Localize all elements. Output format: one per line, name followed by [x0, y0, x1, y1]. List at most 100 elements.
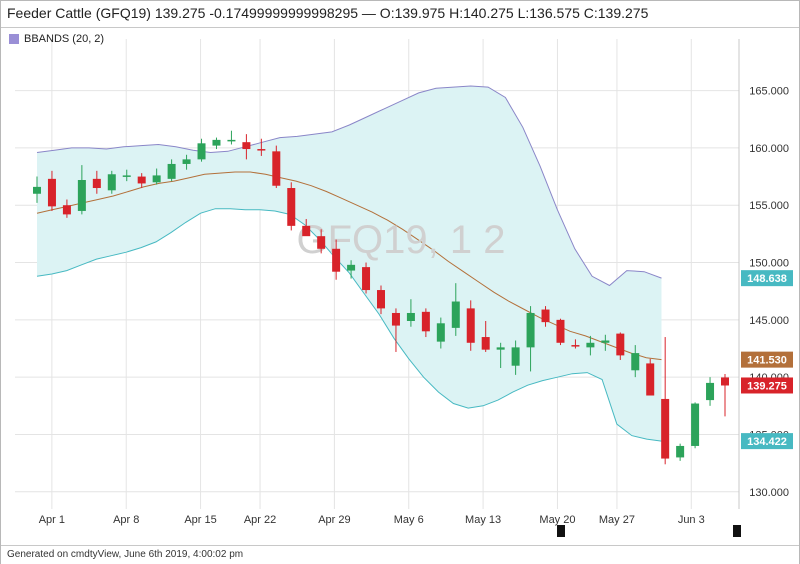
candle-body: [92, 178, 101, 189]
candle-body: [227, 139, 236, 142]
candle-body: [347, 264, 356, 271]
price-badges: 148.638 141.530 139.275 134.422: [741, 270, 793, 450]
candle-body: [182, 159, 191, 164]
candle-body: [616, 333, 625, 356]
candle-body: [47, 178, 56, 207]
candle: [212, 137, 221, 150]
x-tick-label: Apr 15: [184, 514, 216, 526]
candle-body: [526, 312, 535, 348]
candle-body: [451, 301, 460, 328]
price-badge: 134.422: [741, 433, 793, 450]
candle: [227, 130, 236, 145]
x-tick-label: Apr 29: [318, 514, 350, 526]
candle-body: [556, 319, 565, 343]
legend-label: BBANDS (20, 2): [24, 33, 105, 45]
candle-body: [541, 309, 550, 323]
candle-body: [33, 186, 41, 194]
candle-body: [242, 142, 251, 150]
x-tick-label: May 27: [599, 514, 635, 526]
candle-body: [137, 176, 146, 184]
price-badge: 139.275: [741, 377, 793, 394]
y-tick-label: 160.000: [749, 143, 789, 155]
price-badge-label: 134.422: [747, 436, 787, 448]
candle: [646, 358, 655, 396]
candle-body: [481, 337, 490, 350]
price-badge: 141.530: [741, 351, 793, 368]
candle-body: [107, 174, 116, 191]
chart-title: Feeder Cattle (GFQ19) 139.275 -0.1749999…: [7, 5, 649, 21]
candle-body: [706, 382, 715, 401]
candle-body: [212, 139, 221, 146]
candle: [661, 337, 670, 465]
candle-body: [362, 267, 371, 291]
candle-body: [122, 175, 131, 177]
x-tick-label: May 6: [394, 514, 424, 526]
candle-body: [631, 353, 640, 371]
candle-body: [421, 311, 430, 332]
candle: [556, 318, 565, 346]
y-tick-label: 130.000: [749, 487, 789, 499]
candle: [272, 145, 281, 189]
price-chart[interactable]: GFQ19, 1 2 130.000135.000140.000145.0001…: [1, 1, 799, 563]
candle-body: [601, 340, 610, 343]
candle-body: [586, 342, 595, 348]
candle: [287, 182, 296, 231]
candle-body: [676, 445, 685, 458]
candle-body: [691, 403, 700, 446]
candle-body: [257, 149, 266, 151]
price-badge-label: 139.275: [747, 380, 787, 392]
candle-body: [152, 175, 161, 183]
candle: [706, 377, 715, 406]
price-badge: 148.638: [741, 270, 793, 287]
candle: [197, 138, 206, 162]
x-tick-label: Jun 3: [678, 514, 705, 526]
candle-body: [496, 347, 505, 350]
candle-body: [167, 163, 176, 179]
chart-window: GFQ19, 1 2 130.000135.000140.000145.0001…: [0, 0, 800, 564]
x-tick-label: Apr 1: [39, 514, 65, 526]
candle: [691, 402, 700, 449]
candle-body: [272, 151, 281, 186]
candle-body: [646, 363, 655, 396]
chart-footer: Generated on cmdtyView, June 6th 2019, 4…: [1, 545, 799, 564]
candle-body: [571, 345, 580, 347]
bollinger-bands: [36, 85, 662, 442]
x-tick-label: Apr 8: [113, 514, 139, 526]
session-marker: [557, 525, 565, 537]
candle-body: [302, 225, 311, 237]
x-tick-label: Apr 22: [244, 514, 276, 526]
candle: [676, 443, 685, 461]
candle-body: [721, 377, 729, 386]
candle-body: [287, 188, 296, 226]
candle-body: [661, 398, 670, 459]
y-tick-label: 165.000: [749, 86, 789, 98]
legend-swatch: [9, 34, 19, 44]
price-badge-label: 148.638: [747, 273, 787, 285]
candle-body: [77, 180, 86, 211]
candle-body: [511, 347, 520, 366]
price-badge-label: 141.530: [747, 355, 787, 367]
y-tick-label: 150.000: [749, 258, 789, 270]
candle-body: [466, 308, 475, 343]
candle-body: [317, 236, 326, 249]
candle-body: [197, 143, 206, 160]
candle-body: [377, 290, 385, 309]
candle: [107, 170, 116, 194]
candle-body: [391, 312, 400, 326]
candle-body: [332, 248, 341, 272]
candle: [362, 262, 371, 294]
candle: [721, 374, 729, 417]
indicator-legend[interactable]: BBANDS (20, 2): [9, 32, 104, 46]
candle-body: [436, 323, 445, 342]
chart-header: Feeder Cattle (GFQ19) 139.275 -0.1749999…: [1, 1, 799, 28]
y-tick-label: 155.000: [749, 200, 789, 212]
candle-body: [406, 312, 415, 321]
candle-body: [62, 205, 71, 215]
generated-timestamp: Generated on cmdtyView, June 6th 2019, 4…: [7, 549, 244, 560]
band-fill: [37, 86, 662, 442]
session-marker: [733, 525, 741, 537]
x-tick-label: May 13: [465, 514, 501, 526]
y-tick-label: 145.000: [749, 315, 789, 327]
chart-watermark: GFQ19, 1 2: [297, 218, 506, 262]
x-tick-label: May 20: [539, 514, 575, 526]
